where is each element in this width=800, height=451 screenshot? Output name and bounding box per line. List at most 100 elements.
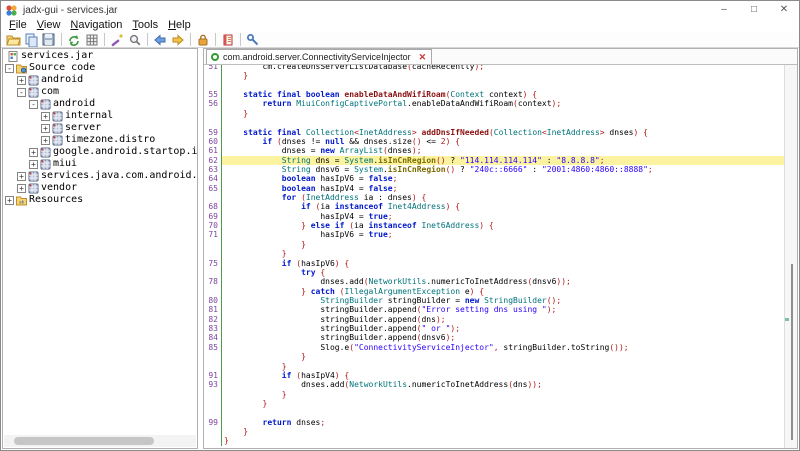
folder-icon: ab bbox=[16, 195, 27, 206]
code-line[interactable]: } bbox=[204, 109, 784, 118]
code-line[interactable]: 55 static final boolean enableDataAndWif… bbox=[204, 90, 784, 99]
expand-icon[interactable]: + bbox=[41, 112, 50, 121]
collapse-icon[interactable]: - bbox=[5, 64, 14, 73]
code-line[interactable]: 91 if (hasIpV4) { bbox=[204, 371, 784, 380]
code-text: } bbox=[221, 109, 784, 118]
code-line[interactable] bbox=[204, 408, 784, 417]
log-icon[interactable] bbox=[219, 32, 237, 47]
tree-item-miui[interactable]: +miui bbox=[3, 158, 197, 170]
tree-item-vendor[interactable]: +vendor bbox=[3, 182, 197, 194]
code-line[interactable]: } bbox=[204, 399, 784, 408]
search-icon[interactable] bbox=[126, 32, 144, 47]
folder-open-icon[interactable] bbox=[4, 32, 22, 47]
grid-icon[interactable] bbox=[83, 32, 101, 47]
code-line[interactable]: 68 if (ia instanceof Inet4Address) { bbox=[204, 202, 784, 211]
code-text: dnses = new ArrayList(dnses); bbox=[221, 146, 784, 155]
wand-icon[interactable] bbox=[108, 32, 126, 47]
code-line[interactable]: } bbox=[204, 240, 784, 249]
code-line[interactable]: 84 stringBuilder.append(dnsv6); bbox=[204, 333, 784, 342]
tab-connectivity-service-injector[interactable]: com.android.server.ConnectivityServiceIn… bbox=[206, 49, 432, 64]
sync-icon[interactable] bbox=[65, 32, 83, 47]
code-line[interactable]: 85 Slog.e("ConnectivityServiceInjector",… bbox=[204, 343, 784, 352]
expand-icon[interactable]: + bbox=[29, 160, 38, 169]
code-line[interactable]: 56 return MiuiConfigCaptivePortal.enable… bbox=[204, 99, 784, 108]
code-line[interactable]: 59 static final Collection<InetAddress> … bbox=[204, 128, 784, 137]
code-line[interactable]: 75 if (hasIpV6) { bbox=[204, 259, 784, 268]
maximize-button[interactable]: □ bbox=[739, 1, 769, 19]
collapse-icon[interactable]: - bbox=[29, 100, 38, 109]
code-text: } bbox=[221, 352, 784, 361]
minimize-button[interactable]: – bbox=[709, 1, 739, 19]
code-line[interactable]: 60 if (dnses != null && dnses.size() <= … bbox=[204, 137, 784, 146]
code-line[interactable]: } catch (IllegalArgumentException e) { bbox=[204, 287, 784, 296]
expand-icon[interactable]: + bbox=[17, 172, 26, 181]
editor-scrollbar-thumb[interactable] bbox=[791, 264, 793, 440]
package-icon bbox=[28, 171, 39, 182]
line-number bbox=[204, 399, 221, 408]
code-line[interactable]: 69 hasIpV4 = true; bbox=[204, 212, 784, 221]
wrench-icon[interactable] bbox=[244, 32, 262, 47]
tree-item-label: server bbox=[65, 122, 101, 134]
code-line[interactable]: } bbox=[204, 436, 784, 445]
menu-view[interactable]: View bbox=[32, 19, 66, 32]
code-line[interactable]: 81 stringBuilder.append("Error setting d… bbox=[204, 305, 784, 314]
tree-item-android[interactable]: +android bbox=[3, 74, 197, 86]
expand-icon[interactable]: + bbox=[17, 76, 26, 85]
tree-item-com[interactable]: -com bbox=[3, 86, 197, 98]
close-button[interactable]: ✕ bbox=[769, 1, 799, 19]
tree-item-resources[interactable]: +abResources bbox=[3, 194, 197, 206]
tab-close-icon[interactable]: ✕ bbox=[419, 52, 427, 63]
tree-item-services-java-com-android-server-[interactable]: +services.java.com.android.server. bbox=[3, 170, 197, 182]
code-line[interactable] bbox=[204, 81, 784, 90]
code-line[interactable]: try { bbox=[204, 268, 784, 277]
collapse-icon[interactable]: - bbox=[17, 88, 26, 97]
tree-item-source-code[interactable]: -Source code bbox=[3, 62, 197, 74]
code-line-highlighted[interactable]: 62 String dns = System.isInCnRegion() ? … bbox=[204, 156, 784, 165]
tree-item-android[interactable]: -android bbox=[3, 98, 197, 110]
code-line[interactable]: 61 dnses = new ArrayList(dnses); bbox=[204, 146, 784, 155]
tree-item-server[interactable]: + server bbox=[3, 122, 197, 134]
code-area[interactable]: 51 cm.createDnsServerListDatabase(cacheR… bbox=[204, 65, 784, 448]
code-line[interactable]: 65 boolean hasIpV4 = false; bbox=[204, 184, 784, 193]
code-line[interactable]: } bbox=[204, 71, 784, 80]
code-line[interactable]: } bbox=[204, 352, 784, 361]
code-line[interactable]: 64 boolean hasIpV6 = false; bbox=[204, 174, 784, 183]
tree-item-timezone-distro[interactable]: +timezone.distro bbox=[3, 134, 197, 146]
expand-icon[interactable]: + bbox=[29, 148, 38, 157]
code-line[interactable]: 83 stringBuilder.append(" or "); bbox=[204, 324, 784, 333]
code-line[interactable]: 82 stringBuilder.append(dns); bbox=[204, 315, 784, 324]
code-line[interactable]: 80 StringBuilder stringBuilder = new Str… bbox=[204, 296, 784, 305]
code-line[interactable] bbox=[204, 118, 784, 127]
code-line[interactable]: } bbox=[204, 249, 784, 258]
save-all-icon[interactable] bbox=[40, 32, 58, 47]
menu-tools[interactable]: Tools bbox=[127, 19, 163, 32]
expand-icon[interactable]: + bbox=[17, 184, 26, 193]
code-line[interactable]: } bbox=[204, 362, 784, 371]
tree-scrollbar-thumb[interactable] bbox=[14, 437, 154, 445]
menu-navigation[interactable]: Navigation bbox=[65, 19, 127, 32]
back-icon[interactable] bbox=[151, 32, 169, 47]
code-line[interactable]: for (InetAddress ia : dnses) { bbox=[204, 193, 784, 202]
code-line[interactable]: 71 hasIpV6 = true; bbox=[204, 230, 784, 239]
lock-icon[interactable] bbox=[194, 32, 212, 47]
tree-item-internal[interactable]: +internal bbox=[3, 110, 197, 122]
code-line[interactable]: 70 } else if (ia instanceof Inet6Address… bbox=[204, 221, 784, 230]
tree-item-google-android-startop-iorap[interactable]: +google.android.startop.iorap bbox=[3, 146, 197, 158]
tree-item-services-jar[interactable]: services.jar bbox=[3, 50, 197, 62]
forward-icon[interactable] bbox=[169, 32, 187, 47]
code-line[interactable]: 99 return dnses; bbox=[204, 418, 784, 427]
line-number: 62 bbox=[204, 156, 221, 165]
code-line[interactable]: 93 dnses.add(NetworkUtils.numericToInetA… bbox=[204, 380, 784, 389]
editor-scrollbar[interactable] bbox=[784, 65, 797, 448]
menu-file[interactable]: File bbox=[4, 19, 32, 32]
code-line[interactable]: } bbox=[204, 427, 784, 436]
copy-icon[interactable] bbox=[22, 32, 40, 47]
menu-help[interactable]: Help bbox=[163, 19, 196, 32]
expand-icon[interactable]: + bbox=[41, 136, 50, 145]
expand-icon[interactable]: + bbox=[5, 196, 14, 205]
tree-horizontal-scrollbar[interactable] bbox=[4, 435, 196, 447]
code-line[interactable]: 63 String dnsv6 = System.isInCnRegion() … bbox=[204, 165, 784, 174]
code-line[interactable]: 78 dnses.add(NetworkUtils.numericToInetA… bbox=[204, 277, 784, 286]
expand-icon[interactable]: + bbox=[41, 124, 50, 133]
code-line[interactable]: } bbox=[204, 390, 784, 399]
